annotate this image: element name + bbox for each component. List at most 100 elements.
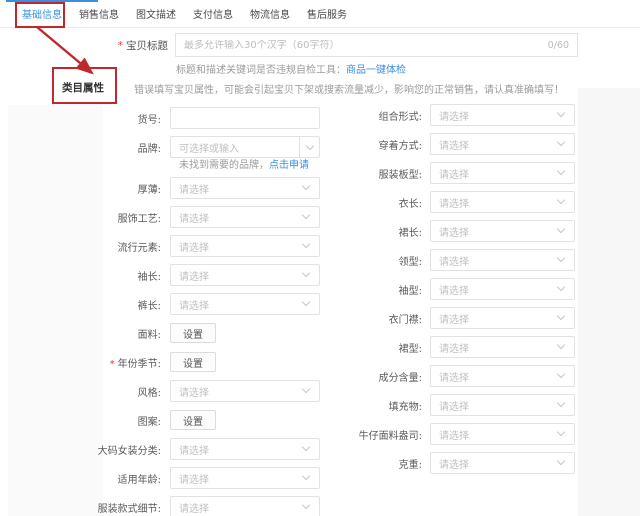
- tab-item[interactable]: 支付信息: [193, 6, 233, 21]
- form-field-row: 裙型: 请选择: [250, 336, 590, 358]
- field-select[interactable]: 请选择: [430, 336, 575, 358]
- form-field-row: 袖型: 请选择: [250, 278, 590, 300]
- field-label: 适用年龄:: [117, 474, 161, 486]
- field-label: 填充物:: [388, 401, 422, 413]
- select-placeholder: 请选择: [439, 111, 469, 123]
- field-label: 成分含量:: [378, 372, 422, 384]
- tab-item[interactable]: 图文描述: [136, 6, 176, 21]
- chevron-down-icon: [556, 427, 566, 437]
- field-label: 克重:: [398, 459, 422, 471]
- select-placeholder: 请选择: [439, 314, 469, 326]
- field-label: 风格:: [137, 387, 161, 399]
- category-attributes-description: 错误填写宝贝属性，可能会引起宝贝下架或搜索流量减少，影响您的正常销售，请认真准确…: [134, 85, 564, 96]
- tab-item[interactable]: 销售信息: [79, 6, 119, 21]
- select-placeholder: 请选择: [179, 184, 209, 196]
- chevron-down-icon: [556, 456, 566, 466]
- chevron-down-icon: [556, 166, 566, 176]
- field-label: 图案:: [137, 416, 161, 428]
- chevron-down-icon: [556, 224, 566, 234]
- tab-item[interactable]: 售后服务: [307, 6, 347, 21]
- tab-item[interactable]: 物流信息: [250, 6, 290, 21]
- form-field-row: 衣门襟: 请选择: [250, 307, 590, 329]
- tab-bar: 基础信息 销售信息 图文描述 支付信息 物流信息 售后服务: [0, 0, 640, 28]
- field-select[interactable]: 请选择: [430, 133, 575, 155]
- field-label: 裙型:: [398, 343, 422, 355]
- select-placeholder: 请选择: [179, 503, 209, 515]
- field-select[interactable]: 请选择: [430, 249, 575, 271]
- select-placeholder: 请选择: [439, 198, 469, 210]
- form-field-row: 服装板型: 请选择: [250, 162, 590, 184]
- chevron-down-icon: [301, 500, 311, 510]
- field-label: 大码女装分类:: [97, 445, 161, 457]
- field-select[interactable]: 请选择: [430, 104, 575, 126]
- select-placeholder: 请选择: [179, 387, 209, 399]
- form-field-row: 衣长: 请选择: [250, 191, 590, 213]
- field-label: 面料:: [137, 329, 161, 341]
- select-placeholder: 请选择: [439, 256, 469, 268]
- form-field-row: 领型: 请选择: [250, 249, 590, 271]
- field-select[interactable]: 请选择: [430, 423, 575, 445]
- select-placeholder: 请选择: [439, 401, 469, 413]
- field-label: 裤长:: [137, 300, 161, 312]
- select-placeholder: 请选择: [179, 474, 209, 486]
- form-field-row: 裙长: 请选择: [250, 220, 590, 242]
- chevron-down-icon: [556, 108, 566, 118]
- field-label: 组合形式:: [378, 111, 422, 123]
- select-placeholder: 请选择: [439, 459, 469, 471]
- select-placeholder: 请选择: [439, 227, 469, 239]
- chevron-down-icon: [556, 282, 566, 292]
- chevron-down-icon: [556, 311, 566, 321]
- select-placeholder: 请选择: [179, 242, 209, 254]
- settings-button[interactable]: 设置: [170, 323, 216, 343]
- select-placeholder: 请选择: [439, 285, 469, 297]
- product-title-input[interactable]: [176, 39, 548, 51]
- field-select[interactable]: 请选择: [430, 278, 575, 300]
- select-placeholder: 请选择: [179, 213, 209, 225]
- field-select[interactable]: 请选择: [170, 496, 320, 516]
- chevron-down-icon: [556, 195, 566, 205]
- field-label: 品牌:: [137, 143, 161, 155]
- field-label: 货号:: [137, 114, 161, 126]
- form-field-row: 服装款式细节: 请选择: [0, 496, 335, 516]
- select-placeholder: 请选择: [179, 445, 209, 457]
- chevron-down-icon: [556, 137, 566, 147]
- field-select[interactable]: 请选择: [430, 307, 575, 329]
- field-label: 牛仔面料盎司:: [358, 430, 422, 442]
- field-select[interactable]: 请选择: [430, 220, 575, 242]
- field-label: 衣门襟:: [388, 314, 422, 326]
- field-select[interactable]: 请选择: [430, 365, 575, 387]
- required-asterisk: *: [117, 40, 123, 52]
- form-field-row: 组合形式: 请选择: [250, 104, 590, 126]
- field-label: 流行元素:: [117, 242, 161, 254]
- field-select[interactable]: 请选择: [430, 452, 575, 474]
- chevron-down-icon: [556, 340, 566, 350]
- select-placeholder: 请选择: [439, 140, 469, 152]
- field-select[interactable]: 请选择: [430, 162, 575, 184]
- required-asterisk: *: [109, 358, 115, 370]
- settings-button[interactable]: 设置: [170, 410, 216, 430]
- form-field-row: 穿着方式: 请选择: [250, 133, 590, 155]
- form-column-right: 组合形式: 请选择 穿着方式: 请选择 服装板型: 请选择 衣长: 请选择 裙长: 请选择 领型: 请…: [250, 104, 590, 481]
- form-field-row: 填充物: 请选择: [250, 394, 590, 416]
- form-field-row: 克重: 请选择: [250, 452, 590, 474]
- self-check-link[interactable]: 商品一键体检: [346, 65, 406, 76]
- select-placeholder: 请选择: [439, 169, 469, 181]
- settings-button[interactable]: 设置: [170, 352, 216, 372]
- field-label: 裙长:: [398, 227, 422, 239]
- field-select[interactable]: 请选择: [430, 394, 575, 416]
- form-field-row: 成分含量: 请选择: [250, 365, 590, 387]
- select-placeholder: 请选择: [179, 300, 209, 312]
- select-placeholder: 请选择: [179, 271, 209, 283]
- field-label: 服装板型:: [378, 169, 422, 181]
- active-tab-indicator: [6, 0, 98, 2]
- product-title-field[interactable]: 0/60: [175, 33, 578, 57]
- field-label: 厚薄:: [137, 184, 161, 196]
- field-select[interactable]: 请选择: [430, 191, 575, 213]
- select-placeholder: 请选择: [439, 343, 469, 355]
- field-label: 领型:: [398, 256, 422, 268]
- field-label: * 年份季节:: [109, 358, 161, 370]
- char-counter: 0/60: [547, 39, 569, 51]
- field-label: 袖长:: [137, 271, 161, 283]
- tab-item[interactable]: 基础信息: [22, 6, 62, 21]
- field-label: 穿着方式:: [378, 140, 422, 152]
